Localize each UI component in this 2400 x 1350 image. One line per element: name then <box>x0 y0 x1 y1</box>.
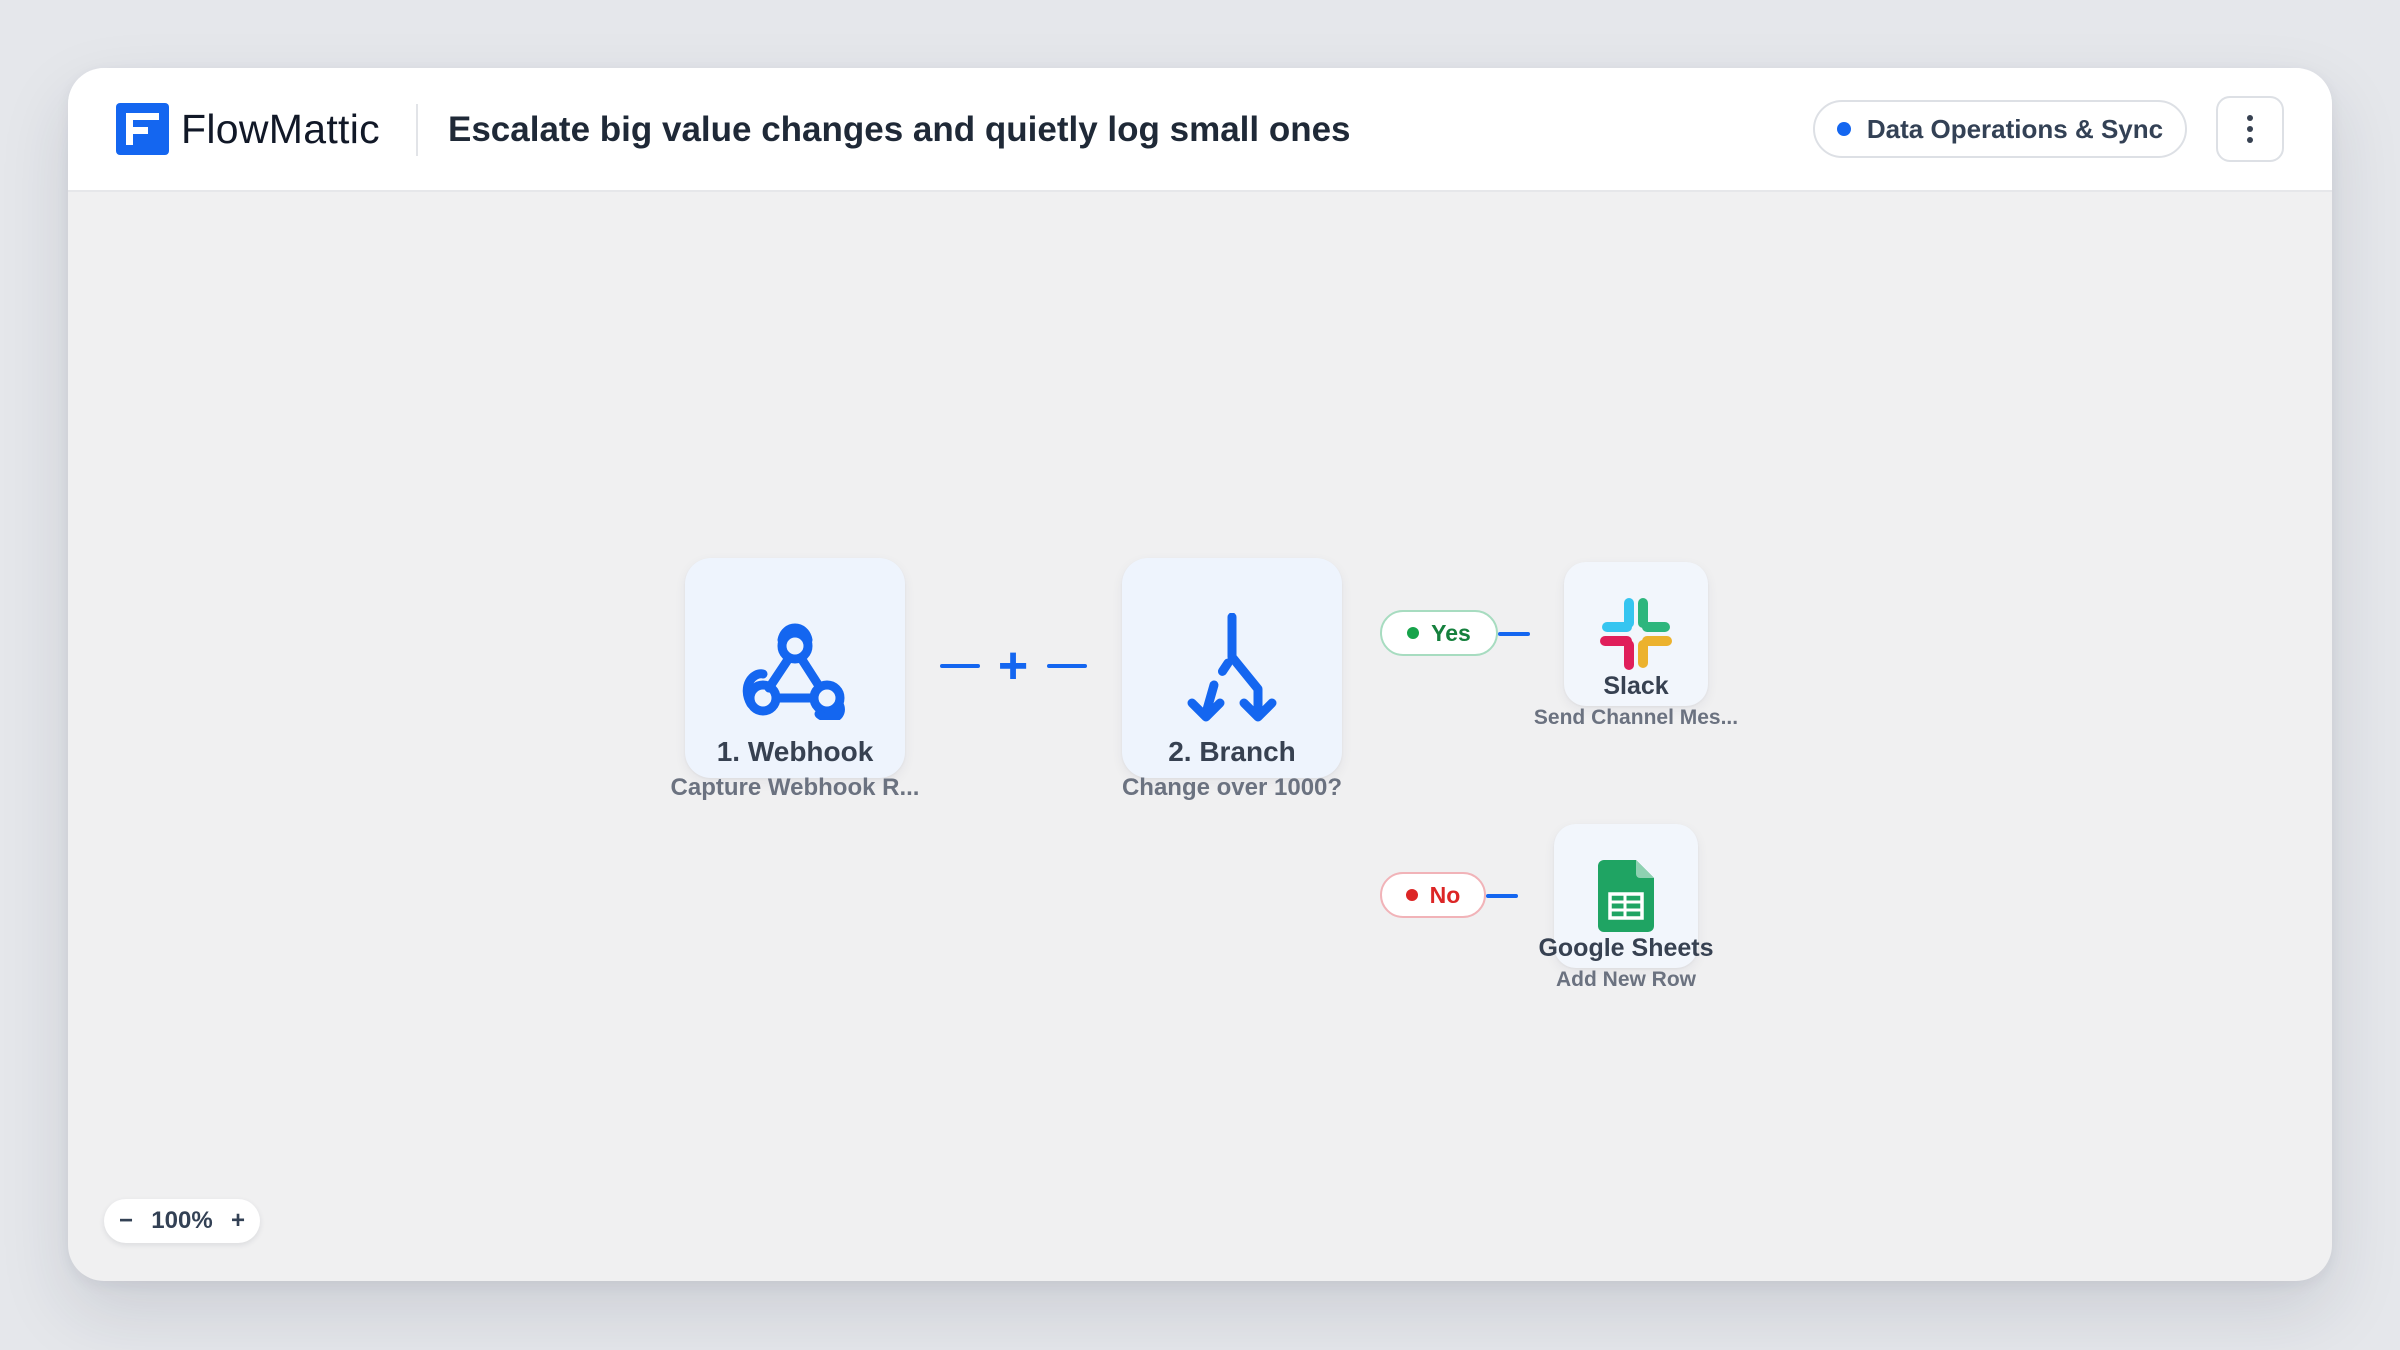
branch-label-yes-text: Yes <box>1431 619 1471 646</box>
connector-line <box>940 664 980 668</box>
status-dot <box>1836 122 1851 136</box>
no-dot <box>1405 889 1418 901</box>
yes-dot <box>1407 627 1420 639</box>
branch-label-yes[interactable]: Yes <box>1380 610 1498 656</box>
workflow-canvas[interactable]: 1. Webhook Capture Webhook R... + 2. Bra… <box>68 192 2332 1281</box>
brand-name: FlowMattic <box>181 106 380 152</box>
category-label: Data Operations & Sync <box>1866 113 2164 144</box>
category-badge[interactable]: Data Operations & Sync <box>1813 100 2187 158</box>
kebab-dot-icon <box>2247 115 2253 121</box>
branch-label-no[interactable]: No <box>1380 872 1486 918</box>
app-window: FlowMattic Escalate big value changes an… <box>68 68 2332 1281</box>
webhook-node-subtitle: Capture Webhook R... <box>670 774 920 801</box>
header-bar: FlowMattic Escalate big value changes an… <box>68 68 2332 192</box>
slack-node-action: Send Channel Mes... <box>1533 706 1739 729</box>
zoom-in-button[interactable]: + <box>228 1207 248 1235</box>
google-sheets-icon <box>1598 860 1654 932</box>
flowmattic-logo-icon <box>116 103 169 155</box>
header-divider <box>416 104 418 156</box>
workflow-title[interactable]: Escalate big value changes and quietly l… <box>448 105 1351 155</box>
connector-line <box>1047 664 1087 668</box>
google-sheets-node-title: Google Sheets <box>1538 934 1714 962</box>
slack-node-title: Slack <box>1603 672 1669 700</box>
branch-connector-yes <box>1498 632 1530 636</box>
kebab-dot-icon <box>2247 137 2253 143</box>
branch-icon <box>1187 613 1277 722</box>
slack-icon <box>1600 598 1672 670</box>
zoom-out-button[interactable]: − <box>116 1207 136 1235</box>
webhook-node-title: 1. Webhook <box>716 736 874 767</box>
kebab-dot-icon <box>2247 126 2253 132</box>
more-options-button[interactable] <box>2216 96 2284 162</box>
branch-node-subtitle: Change over 1000? <box>1121 774 1343 801</box>
zoom-level: 100% <box>151 1207 213 1234</box>
branch-node-title: 2. Branch <box>1168 736 1296 767</box>
webhook-icon <box>742 623 845 720</box>
add-step-button[interactable]: + <box>991 640 1035 692</box>
zoom-control: − 100% + <box>104 1199 260 1243</box>
google-sheets-node-action: Add New Row <box>1556 968 1696 991</box>
branch-connector-no <box>1486 894 1518 898</box>
branch-label-no-text: No <box>1429 881 1461 908</box>
